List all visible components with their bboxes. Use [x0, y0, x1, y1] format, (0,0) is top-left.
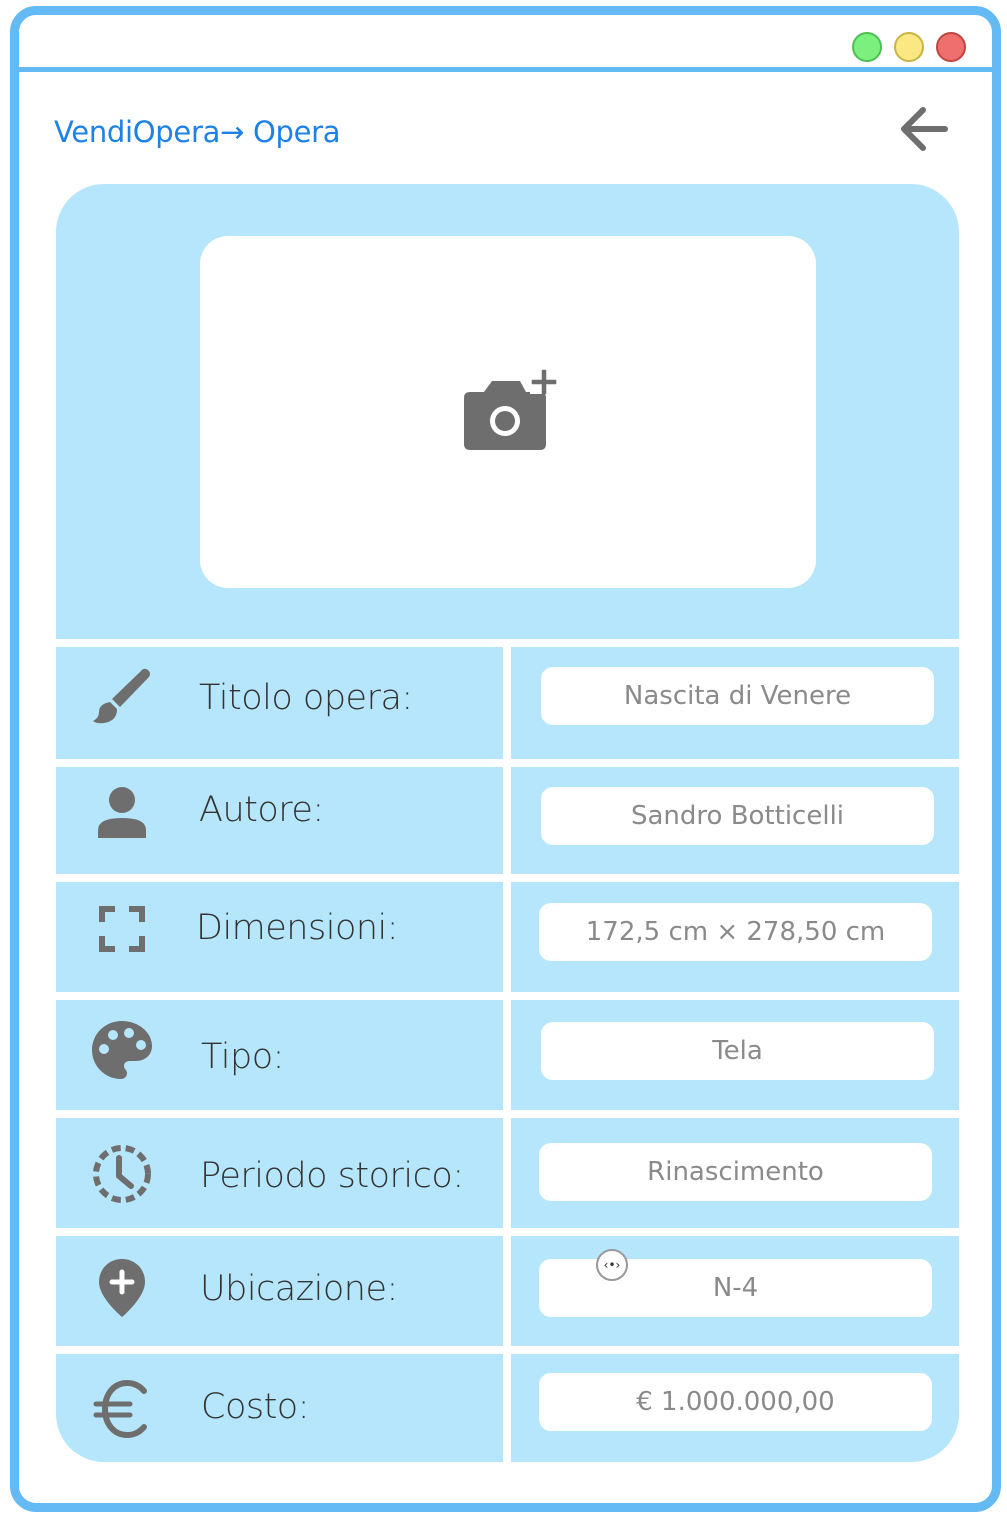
add-photo-icon [464, 368, 558, 450]
divider [56, 759, 959, 767]
euro-icon [93, 1379, 147, 1439]
author-label: Autore: [199, 790, 324, 830]
type-label: Tipo: [201, 1037, 284, 1077]
title-field[interactable]: Nascita di Venere [541, 667, 934, 725]
clock-dashed-icon [93, 1145, 151, 1203]
dimensions-label: Dimensioni: [196, 908, 399, 948]
cursor-indicator: ‹•› [596, 1249, 628, 1281]
minimize-button[interactable] [894, 32, 924, 62]
period-field[interactable]: Rinascimento [539, 1143, 932, 1201]
location-add-icon [99, 1259, 145, 1317]
divider [56, 1228, 959, 1236]
artwork-card: Titolo opera: Nascita di Venere Autore: … [56, 184, 959, 1462]
title-label: Titolo opera: [199, 678, 413, 718]
cost-label: Costo: [201, 1387, 310, 1427]
divider [56, 874, 959, 882]
photo-upload-area[interactable] [200, 236, 816, 588]
type-field[interactable]: Tela [541, 1022, 934, 1080]
palette-icon [92, 1021, 152, 1079]
location-label: Ubicazione: [200, 1269, 398, 1309]
back-button[interactable] [893, 101, 953, 157]
breadcrumb[interactable]: VendiOpera→ Opera [54, 115, 341, 149]
divider [56, 1346, 959, 1354]
cost-field[interactable]: € 1.000.000,00 [539, 1373, 932, 1431]
divider [56, 1110, 959, 1118]
dimensions-field[interactable]: 172,5 cm × 278,50 cm [539, 903, 932, 961]
divider [56, 992, 959, 1000]
app-window: VendiOpera→ Opera Titolo opera: Nascita … [10, 6, 1001, 1512]
title-bar [19, 15, 992, 72]
maximize-button[interactable] [852, 32, 882, 62]
fullscreen-icon [99, 906, 145, 952]
arrow-left-icon [901, 107, 948, 151]
author-field[interactable]: Sandro Botticelli [541, 787, 934, 845]
close-button[interactable] [936, 32, 966, 62]
person-icon [98, 787, 146, 838]
paintbrush-icon [93, 668, 150, 724]
period-label: Periodo storico: [200, 1156, 464, 1196]
